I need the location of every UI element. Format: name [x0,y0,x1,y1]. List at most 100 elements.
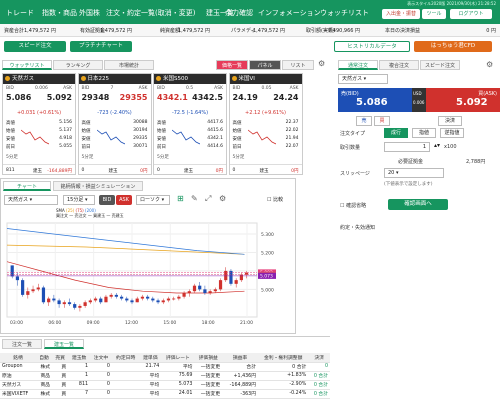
tab-orders[interactable]: 注文一覧 [2,339,42,349]
card-bid[interactable]: 29348 [82,93,110,102]
card-ask[interactable]: 29355 [120,93,148,102]
nav-trade[interactable]: トレード [6,8,34,18]
watchlist-card[interactable]: 日本225 BID 7 ASK 29348 29355 -723 (-2.40%) 高値 300… [77,73,152,175]
settle-option[interactable]: 決済 [438,116,462,126]
table-row[interactable]: Groupon 株式買 1 0 21.74 平均 一括変更 合計 0 合計 0 [0,362,330,372]
chart-ask-tab[interactable]: ASK [116,195,132,205]
confirm-skip-checkbox[interactable]: ☐ 確認省略 [340,202,366,209]
table-cell [111,389,140,399]
card-change: +2.12 (+9.61%) [245,110,286,116]
nav-foreign-stock[interactable]: 外国株 [79,8,100,18]
tools-button[interactable]: ツール [422,9,446,19]
nav-margin[interactable]: 余力確認 [225,8,253,18]
table-cell[interactable]: 一括変更 [194,389,222,399]
chart-symbol-select[interactable]: 天然ガス ▾ [4,195,58,205]
settle-button[interactable]: 0 合計 [308,380,330,390]
candlestick-chart[interactable]: 5.3005.2005.1005.00003:0006:0009:0012:00… [1,217,295,333]
side-sell-option[interactable]: 売 [356,116,372,126]
chart-timeframe-select[interactable]: 15分足 ▾ [63,195,95,205]
view-price-list[interactable]: 価格一覧 [216,60,248,70]
table-cell[interactable]: 一括変更 [194,362,222,372]
star-icon[interactable] [80,76,86,81]
chart-bid-tab[interactable]: BID [99,195,115,205]
settle-button[interactable]: 0 [308,362,330,372]
nav-information[interactable]: インフォメーション [258,8,321,18]
table-cell[interactable]: 一括変更 [194,371,222,381]
x-tick-label: 03:00 [10,320,23,326]
table-row[interactable]: 天然ガス 商品買 811 0 平均 5.073 一括変更 -164,889円 -2.90% 0 合… [0,380,330,390]
view-panel[interactable]: パネル [249,60,281,70]
deposit-button[interactable]: 入出金・振替 [382,9,420,19]
star-icon[interactable] [156,76,161,81]
position-symbol: Groupon [0,362,36,372]
nav-watchlist[interactable]: ウォッチリスト [320,8,369,18]
watchlist-card[interactable]: 米国S500 BID 0.5 ASK 4342.1 4342.5 -72.5 (-1.64%… [153,73,227,175]
order-type-market[interactable]: 成行 [384,128,408,138]
tab-chart[interactable]: チャート [3,181,51,191]
quantity-input[interactable]: 1 [384,142,430,152]
table-header: 自動 [35,353,53,363]
candle-body [114,294,118,297]
table-row[interactable]: 米国VIXETF 株式買 7 0 平均 24.01 一括変更 -363円 -0.24% 0 合計 [0,389,330,399]
nav-order-list[interactable]: 注文・約定一覧(取消・変更) [106,8,195,18]
table-cell: +1,436円 [222,371,259,381]
cfd-button[interactable]: はっちゅう君CFD [414,41,492,52]
zoom-icon[interactable]: ⤢ [205,194,211,204]
historical-data-button[interactable]: ヒストリカルデータ [334,41,410,52]
tab-watchlist[interactable]: ウォッチリスト [2,60,52,70]
chart-type-select[interactable]: ローソク ▾ [136,195,170,205]
table-cell[interactable]: 一括変更 [194,380,222,390]
table-row[interactable]: 原油 商品買 1 0 平均 75.69 一括変更 +1,436円 +1.83% 0 合計 [0,371,330,381]
card-ask[interactable]: 4342.5 [192,93,223,102]
slippage-select[interactable]: 20 ▾ [384,168,444,178]
tab-compound-order[interactable]: 複合注文 [379,60,419,70]
logout-button[interactable]: ログアウト [450,9,492,19]
y-tick-label: 5.300 [261,232,274,238]
speed-order-button[interactable]: スピード注文 [4,41,66,52]
view-list[interactable]: リスト [282,60,314,70]
candle-body [26,291,30,295]
order-settings-icon[interactable]: ⚙ [486,60,493,69]
add-indicator-icon[interactable]: ⊞ [177,194,184,203]
table-cell [111,371,140,381]
sell-price-box[interactable]: 売(BID) 5.086 [338,88,412,112]
compare-toggle[interactable]: ☐ 比較 [267,196,283,203]
card-ask[interactable]: 24.24 [273,93,298,102]
table-cell: 0 [90,371,112,381]
confirm-button[interactable]: 確認画面へ [388,199,448,210]
star-icon[interactable] [5,76,10,81]
card-ask[interactable]: 5.092 [47,93,72,102]
gear-icon[interactable]: ⚙ [318,59,325,68]
card-bid[interactable]: 24.19 [233,93,258,102]
tab-symbol-info[interactable]: 銘柄情報・損益シミュレーション [53,181,143,191]
candle-body [119,296,124,299]
table-cell: 7 [68,389,91,399]
platinum-chart-button[interactable]: プラチナチャート [70,41,132,52]
quantity-stepper[interactable]: ▴▾ [434,142,440,149]
card-bid[interactable]: 5.086 [6,93,31,102]
tab-ranking[interactable]: ランキング [53,60,103,70]
card-bid[interactable]: 4342.1 [157,93,188,102]
tab-market-stats[interactable]: 市場統計 [104,60,154,70]
order-type-limit[interactable]: 指値 [412,128,436,138]
star-icon[interactable] [231,76,237,81]
tab-speed-order[interactable]: スピード注文 [420,60,460,70]
draw-tool-icon[interactable]: ✎ [191,194,198,203]
buy-price-box[interactable]: 買(ASK) 5.092 [426,88,500,112]
settings-icon[interactable]: ⚙ [219,194,226,203]
side-buy-option[interactable]: 買 [374,116,390,126]
candle-body [218,280,223,290]
order-type-stop[interactable]: 逆指値 [440,128,464,138]
tab-positions[interactable]: 建玉一覧 [44,339,84,349]
settle-button[interactable]: 0 合計 [308,389,330,399]
table-cell: -164,889円 [222,380,259,390]
chart-panel: チャート 銘柄情報・損益シミュレーション 天然ガス ▾ 15分足 ▾ BID A… [0,178,296,334]
nav-index-commodity[interactable]: 指数・商品 [42,8,77,18]
settle-button[interactable]: 0 合計 [308,371,330,381]
top-nav-bar: トレード 指数・商品 外国株 注文・約定一覧(取消・変更) 建玉一覧 余力確認 … [0,0,500,24]
card-symbol: 米国VI [238,76,255,82]
order-symbol-select[interactable]: 天然ガス ▾ [338,74,388,84]
watchlist-card[interactable]: 天然ガス BID 0.006 ASK 5.086 5.092 +0.031 (+0.61%)… [2,73,76,175]
watchlist-card[interactable]: 米国VI BID 0.05 ASK 24.19 24.24 +2.12 (+9.61%) 高値… [228,73,303,175]
tab-normal-order[interactable]: 通常注文 [338,60,378,70]
